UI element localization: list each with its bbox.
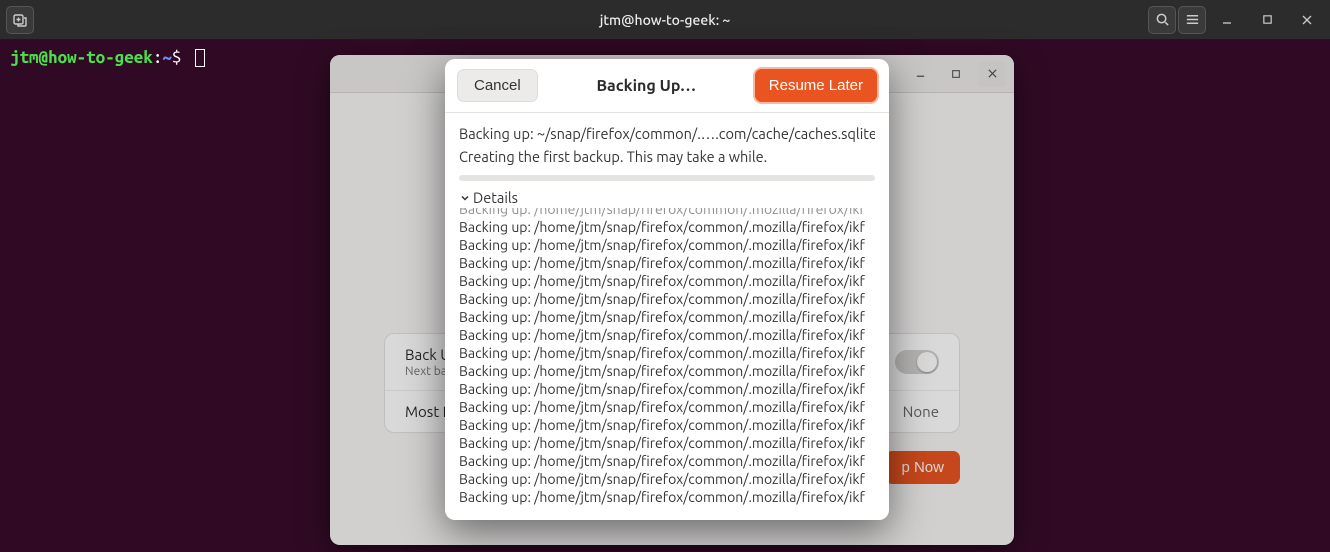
close-button[interactable] [1288,5,1326,35]
backup-now-button[interactable]: p Now [885,451,960,484]
backup-log-line: Backing up: /home/jtm/snap/firefox/commo… [459,236,875,254]
terminal-title: jtm@how-to-geek: ~ [600,12,731,28]
minimize-button[interactable] [1208,5,1246,35]
details-label: Details [473,189,518,206]
backup-log-line: Backing up: /home/jtm/snap/firefox/commo… [459,488,875,506]
maximize-icon [951,69,961,79]
prompt-colon: : [153,48,163,67]
minimize-icon [1221,14,1233,26]
close-icon [987,68,998,79]
prompt-dollar: $ [172,48,182,67]
backup-log-line: Backing up: /home/jtm/snap/firefox/commo… [459,218,875,236]
search-icon [1155,12,1170,27]
terminal-titlebar: jtm@how-to-geek: ~ [0,0,1330,40]
details-expander[interactable]: Details [459,189,875,206]
backup-log-line: Backing up: /home/jtm/snap/firefox/commo… [459,326,875,344]
maximize-button[interactable] [1248,5,1286,35]
backup-log-line: Backing up: /home/jtm/snap/firefox/commo… [459,398,875,416]
backup-log-line: Backing up: /home/jtm/snap/firefox/commo… [459,362,875,380]
backup-log-line: Backing up: /home/jtm/snap/firefox/commo… [459,416,875,434]
close-icon [1301,14,1313,26]
backup-log-line: Backing up: /home/jtm/snap/firefox/commo… [459,272,875,290]
backup-recent-value: None [903,403,939,420]
settings-minimize-button[interactable] [906,61,934,87]
new-tab-button[interactable] [6,6,34,34]
menu-button[interactable] [1178,6,1206,34]
maximize-icon [1262,14,1273,25]
prompt-user-host: jtm@how-to-geek [10,48,153,67]
settings-close-button[interactable] [978,61,1006,87]
backup-log-line: Backing up: /home/jtm/snap/firefox/commo… [459,380,875,398]
prompt-path: ~ [162,48,172,67]
resume-later-button[interactable]: Resume Later [755,69,877,102]
dialog-header: Cancel Backing Up… Resume Later [445,59,889,113]
hamburger-icon [1185,12,1200,27]
backup-log-line: Backing up: /home/jtm/snap/firefox/commo… [459,208,875,218]
backup-log-line: Backing up: /home/jtm/snap/firefox/commo… [459,344,875,362]
backup-log-line: Backing up: /home/jtm/snap/firefox/commo… [459,254,875,272]
backup-log-line: Backing up: /home/jtm/snap/firefox/commo… [459,290,875,308]
chevron-down-icon [459,192,471,204]
minimize-icon [915,68,926,79]
new-tab-icon [12,12,28,28]
backup-log-line: Backing up: /home/jtm/snap/firefox/commo… [459,470,875,488]
search-button[interactable] [1148,6,1176,34]
backing-up-dialog: Cancel Backing Up… Resume Later Backing … [445,59,889,520]
backup-log-line: Backing up: /home/jtm/snap/firefox/commo… [459,434,875,452]
backup-status-line: Backing up: ~/snap/firefox/common/.….com… [459,125,875,142]
backup-log-line: Backing up: /home/jtm/snap/firefox/commo… [459,452,875,470]
settings-maximize-button[interactable] [942,61,970,87]
dialog-title: Backing Up… [596,77,696,95]
backup-note: Creating the first backup. This may take… [459,148,875,165]
cancel-button[interactable]: Cancel [457,69,538,102]
backup-log-list[interactable]: Backing up: /home/jtm/snap/firefox/commo… [459,208,875,512]
terminal-cursor [195,49,205,67]
backup-log-line: Backing up: /home/jtm/snap/firefox/commo… [459,308,875,326]
backup-progress-bar [459,175,875,181]
backup-auto-toggle[interactable] [895,350,939,374]
